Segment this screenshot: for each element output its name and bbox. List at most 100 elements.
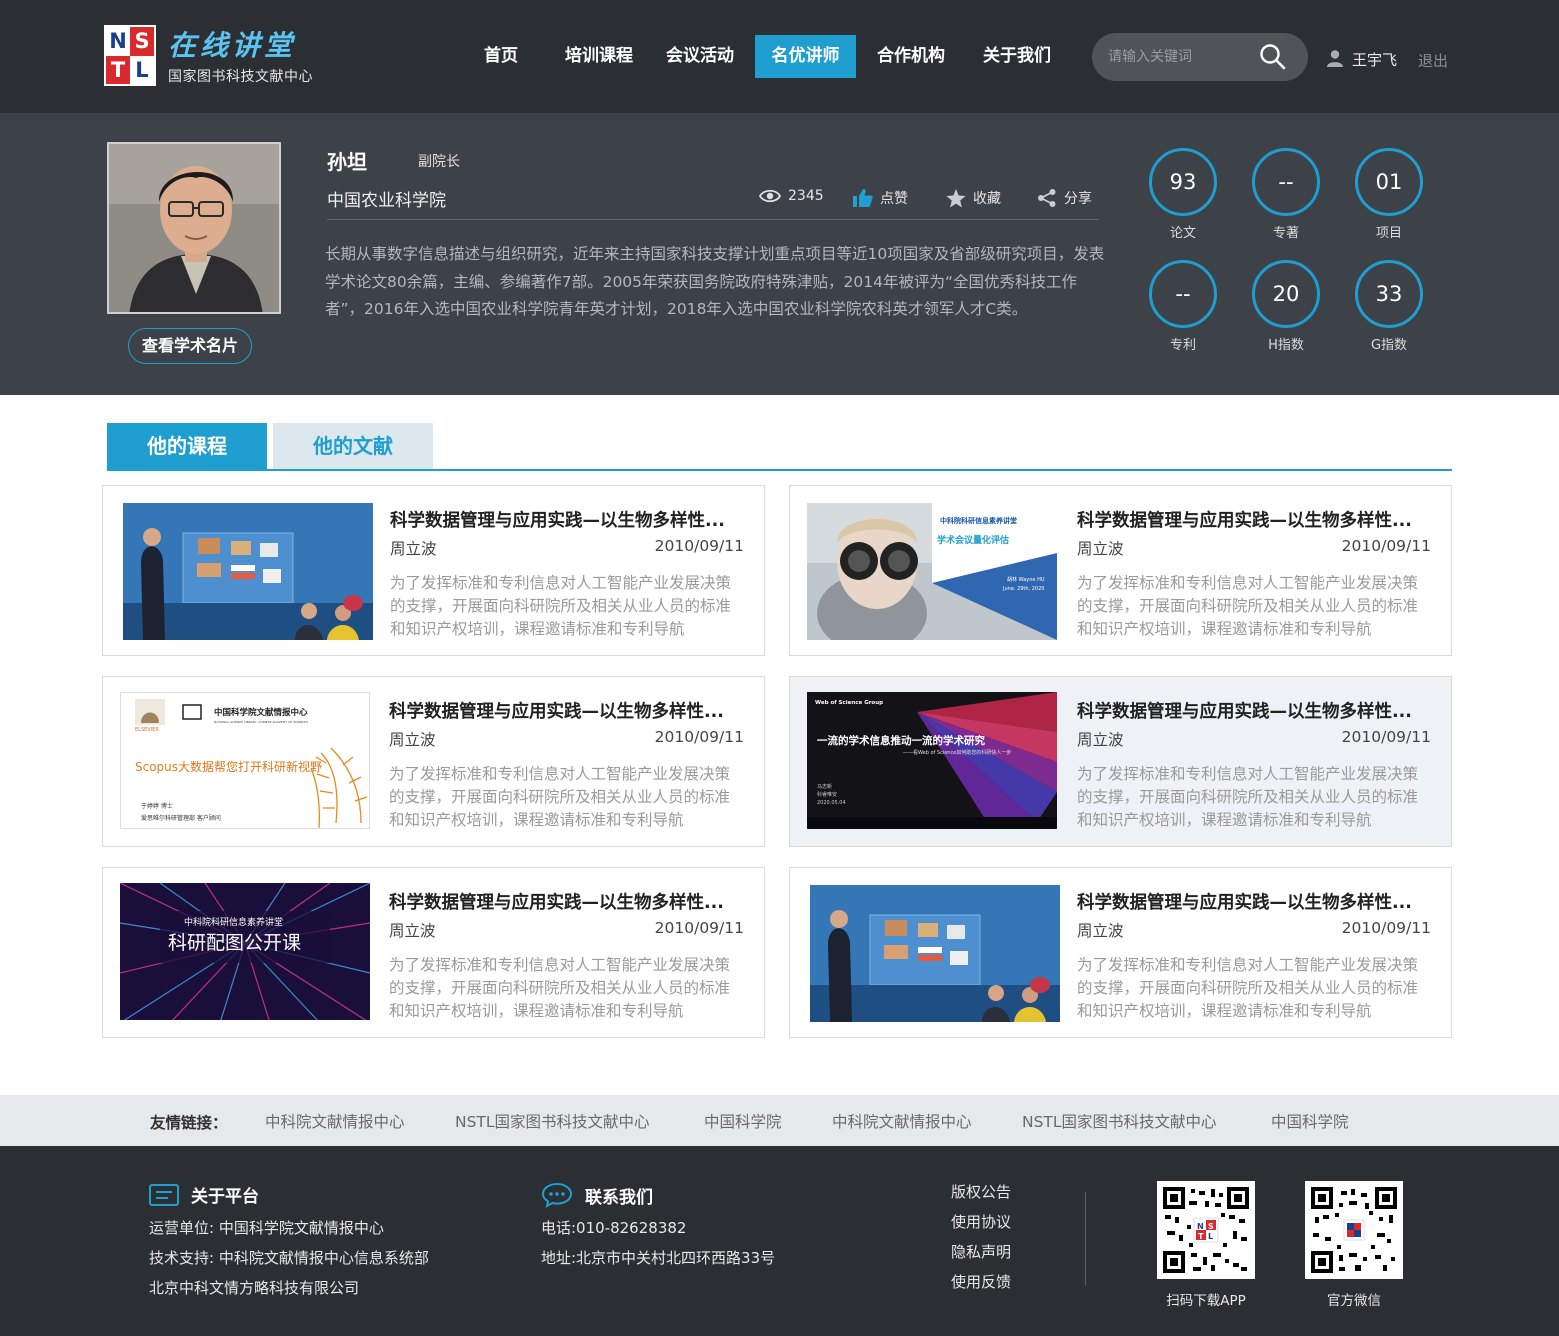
user-name[interactable]: 王宇飞: [1352, 49, 1397, 70]
course-card[interactable]: ELSEVIER 中国科学院文献情报中心 NATIONAL SCIENCE LI…: [102, 676, 765, 847]
thumb-speaker-text: 胡林 Wayne HU: [1007, 576, 1045, 583]
thumb-brand-text: Web of Science Group: [815, 700, 883, 706]
qr-logo-letter: N: [1197, 1222, 1204, 1231]
metric-patents: -- 专利: [1149, 260, 1217, 353]
friend-link[interactable]: NSTL国家图书科技文献中心: [1022, 1110, 1217, 1132]
tab-courses[interactable]: 他的课程: [107, 423, 267, 470]
search-input[interactable]: [1108, 45, 1258, 69]
course-thumbnail: [123, 503, 373, 640]
about-line: 北京中科文情方略科技有限公司: [149, 1279, 360, 1297]
svg-text:Scopus大数据帮您打开科研新视野: Scopus大数据帮您打开科研新视野: [135, 759, 322, 774]
course-author: 周立波: [1077, 540, 1124, 558]
footer-link-copyright[interactable]: 版权公告: [951, 1181, 1011, 1202]
course-date: 2010/09/11: [1341, 728, 1431, 746]
lecturer-position: 副院长: [418, 154, 460, 170]
course-author: 周立波: [1077, 922, 1124, 940]
logout-link[interactable]: 退出: [1418, 50, 1448, 71]
metric-value: 20: [1252, 260, 1320, 328]
footer-link-feedback[interactable]: 使用反馈: [951, 1271, 1011, 1292]
course-title[interactable]: 科学数据管理与应用实践—以生物多样性...: [389, 698, 724, 723]
course-date: 2010/09/11: [654, 537, 744, 555]
metric-label: 论文: [1169, 226, 1196, 241]
view-count: 2345: [759, 188, 824, 204]
thumb-speaker-text: 马志新: [817, 783, 832, 790]
course-card[interactable]: 中科院科研信息素养讲堂 学术会议量化评估 胡林 Wayne HU June. 2…: [789, 485, 1452, 656]
qr-code-app: N S T L: [1157, 1181, 1255, 1279]
academic-card-button[interactable]: 查看学术名片: [128, 328, 252, 364]
course-title[interactable]: 科学数据管理与应用实践—以生物多样性...: [1077, 507, 1412, 532]
course-thumbnail: [810, 885, 1060, 1022]
course-card[interactable]: 科学数据管理与应用实践—以生物多样性... 周立波 2010/09/11 为了发…: [102, 485, 765, 656]
favorite-button[interactable]: 收藏: [946, 188, 1001, 208]
thumb-date-text: June. 29th, 2020: [1002, 586, 1044, 592]
site-subtitle: 国家图书科技文献中心: [168, 69, 313, 85]
course-title[interactable]: 科学数据管理与应用实践—以生物多样性...: [1077, 698, 1412, 723]
course-thumbnail: ELSEVIER 中国科学院文献情报中心 NATIONAL SCIENCE LI…: [120, 692, 370, 829]
qr-code-wechat: [1305, 1181, 1403, 1279]
nav-about[interactable]: 关于我们: [973, 35, 1061, 78]
course-card[interactable]: 中科院科研信息素养讲堂 科研配图公开课 科学数据管理与应用实践—以生物多样性..…: [102, 867, 765, 1038]
nav-home[interactable]: 首页: [470, 35, 532, 78]
metric-g-index: 33 G指数: [1355, 260, 1423, 353]
friend-link[interactable]: NSTL国家图书科技文献中心: [455, 1110, 650, 1132]
course-author: 周立波: [389, 922, 436, 940]
about-heading: 关于平台: [149, 1182, 259, 1207]
thumb-headline-text: 科研配图公开课: [168, 932, 301, 954]
like-button[interactable]: 点赞: [853, 188, 908, 208]
thumb-series-text: 中科院科研信息素养讲堂: [940, 516, 1017, 525]
qr-logo-letter: S: [1208, 1222, 1214, 1231]
about-line: 技术支持: 中科院文献情报中心信息系统部: [149, 1249, 429, 1267]
nav-events[interactable]: 会议活动: [656, 35, 744, 78]
course-description: 为了发挥标准和专利信息对人工智能产业发展决策的支撑，开展面向科研院所及相关从业人…: [1077, 765, 1419, 829]
metric-projects: 01 项目: [1355, 148, 1423, 241]
document-icon: [149, 1183, 179, 1206]
contact-phone: 电话:010-82628382: [541, 1219, 687, 1237]
contact-address: 地址:北京市中关村北四环西路33号: [541, 1249, 776, 1267]
tab-literature[interactable]: 他的文献: [273, 423, 433, 470]
friend-link[interactable]: 中科院文献情报中心: [265, 1110, 405, 1132]
thumb-speaker-role-text: 科睿唯安: [817, 791, 837, 798]
course-description: 为了发挥标准和专利信息对人工智能产业发展决策的支撑，开展面向科研院所及相关从业人…: [389, 956, 731, 1020]
metric-label: 专著: [1272, 226, 1299, 241]
course-title[interactable]: 科学数据管理与应用实践—以生物多样性...: [389, 889, 724, 914]
view-count-value: 2345: [788, 188, 824, 204]
nav-courses[interactable]: 培训课程: [555, 35, 643, 78]
friend-link[interactable]: 中国科学院: [1271, 1110, 1349, 1132]
footer-link-terms[interactable]: 使用协议: [951, 1211, 1011, 1232]
about-line: 运营单位: 中国科学院文献情报中心: [149, 1219, 384, 1237]
thumb-headline-text: 一流的学术信息推动一流的学术研究: [817, 734, 985, 747]
nav-lecturers[interactable]: 名优讲师: [755, 35, 856, 78]
thumb-speaker-text: 于婷婷 博士: [141, 802, 173, 810]
logo-letter: L: [130, 55, 154, 84]
footer-link-privacy[interactable]: 隐私声明: [951, 1241, 1011, 1262]
metric-value: --: [1252, 148, 1320, 216]
friend-link[interactable]: 中科院文献情报中心: [832, 1110, 972, 1132]
course-card[interactable]: 科学数据管理与应用实践—以生物多样性... 周立波 2010/09/11 为了发…: [789, 867, 1452, 1038]
course-title[interactable]: 科学数据管理与应用实践—以生物多样性...: [1077, 889, 1412, 914]
thumb-sub-text: ——看Web of Science如何助您的科研快人一步: [903, 749, 1011, 756]
course-author: 周立波: [1077, 731, 1124, 749]
eye-icon: [759, 189, 781, 203]
course-date: 2010/09/11: [1341, 919, 1431, 937]
metric-label: H指数: [1268, 338, 1304, 353]
metric-value: --: [1149, 260, 1217, 328]
thumb-series-text: 中科院科研信息素养讲堂: [184, 916, 283, 928]
search-icon[interactable]: [1259, 43, 1287, 71]
course-description: 为了发挥标准和专利信息对人工智能产业发展决策的支撑，开展面向科研院所及相关从业人…: [389, 765, 731, 829]
nstl-logo[interactable]: N S T L: [104, 25, 156, 86]
course-thumbnail: Web of Science Group 一流的学术信息推动一流的学术研究 ——…: [807, 692, 1057, 829]
about-title: 关于平台: [191, 1187, 259, 1207]
tab-underline: [107, 469, 1452, 471]
course-date: 2010/09/11: [1341, 537, 1431, 555]
user-icon: [1327, 50, 1343, 67]
nav-partners[interactable]: 合作机构: [867, 35, 955, 78]
share-button[interactable]: 分享: [1037, 188, 1092, 208]
course-card[interactable]: Web of Science Group 一流的学术信息推动一流的学术研究 ——…: [789, 676, 1452, 847]
course-thumbnail: 中科院科研信息素养讲堂 科研配图公开课: [120, 883, 370, 1020]
metric-label: G指数: [1370, 338, 1408, 353]
thumb-date-text: 2020.05.04: [817, 800, 846, 806]
friend-link[interactable]: 中国科学院: [704, 1110, 782, 1132]
course-title[interactable]: 科学数据管理与应用实践—以生物多样性...: [390, 507, 725, 532]
thumb-headline-text: 大数据帮您打开科研新视野: [178, 759, 322, 774]
course-author: 周立波: [389, 731, 436, 749]
